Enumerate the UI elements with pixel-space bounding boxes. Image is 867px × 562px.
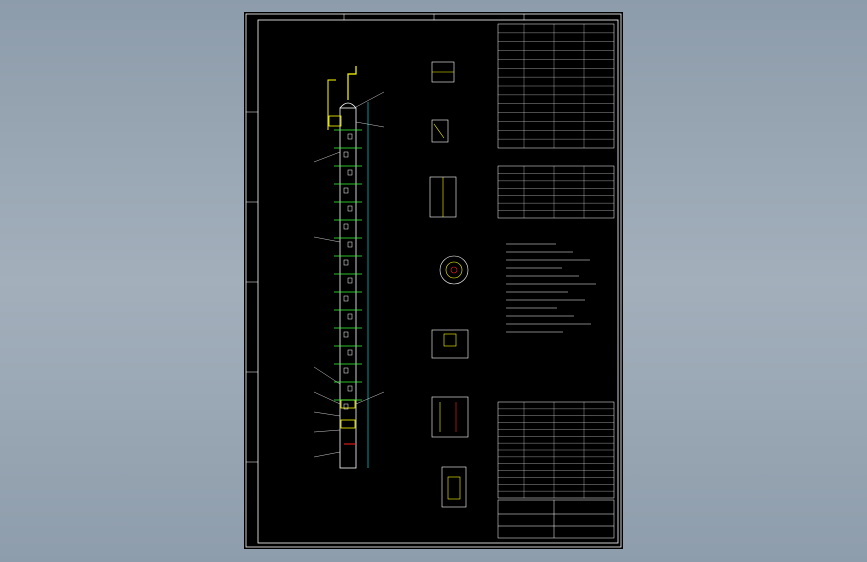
downcomer [343,259,349,266]
technical-notes [506,243,596,333]
downcomer [347,385,353,392]
tower-shell [339,107,357,469]
tables [497,23,615,539]
downcomer [343,187,349,194]
tray-set [334,129,362,410]
viewport-background [0,0,867,562]
downcomer [343,223,349,230]
downcomer [347,313,353,320]
inner-frame [257,19,619,544]
top-vapor-pipe [347,66,357,100]
downcomer [347,349,353,356]
downcomer [343,367,349,374]
tower-elevation [327,66,369,469]
downcomer [343,151,349,158]
top-nozzle [328,115,342,127]
cad-drawing [245,13,622,548]
downcomer [343,331,349,338]
table-grid [498,24,614,498]
detail-views [429,61,469,508]
downcomer [347,277,353,284]
callout-leaders [313,91,385,458]
margin-ticks [246,14,525,463]
downcomer [343,295,349,302]
tower-top-head [339,102,357,109]
downcomer [347,133,353,140]
drawing-sheet[interactable] [244,12,623,549]
downcomer [347,241,353,248]
downcomer [347,169,353,176]
downcomer [347,205,353,212]
outer-frame [245,13,622,548]
